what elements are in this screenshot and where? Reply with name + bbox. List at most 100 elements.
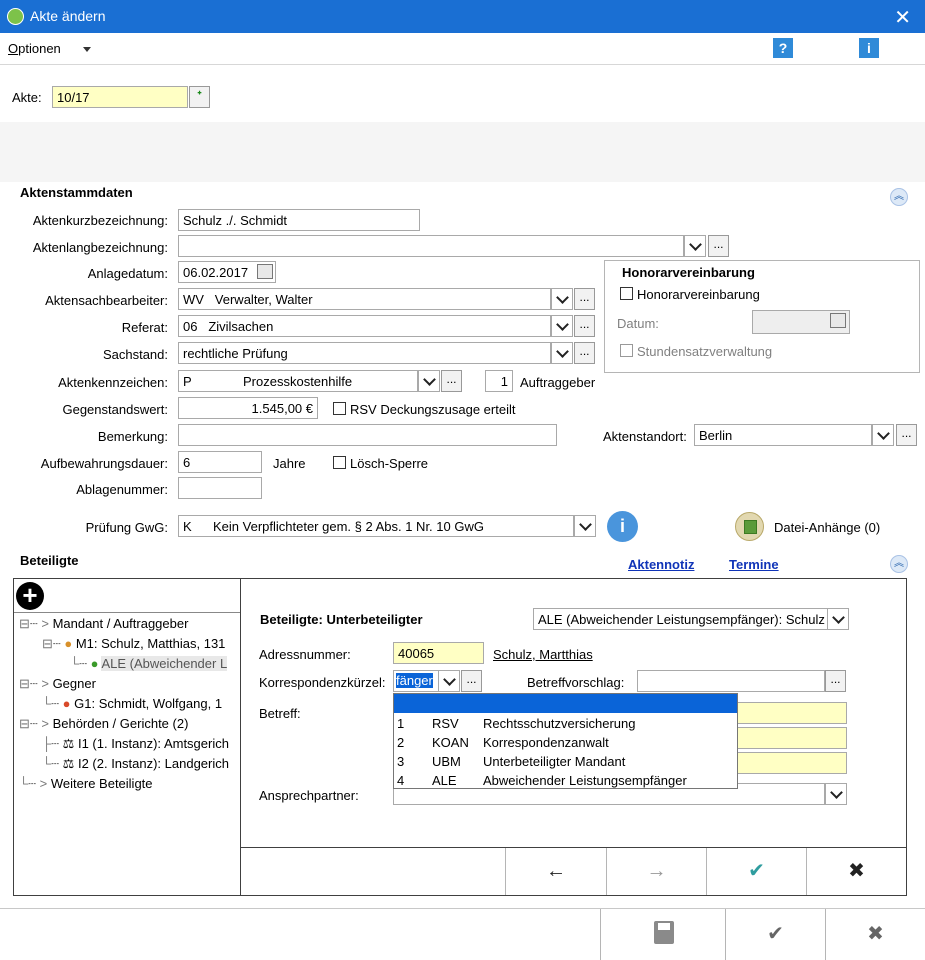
betreff-label: Betreff: xyxy=(259,706,301,721)
popup-row-koan[interactable]: 2 KOAN Korrespondenzanwalt xyxy=(394,732,737,751)
auftraggeber-count[interactable]: 1 xyxy=(485,370,513,392)
forward-arrow-icon[interactable]: → xyxy=(606,848,706,895)
korr-dropdown-button[interactable] xyxy=(438,670,460,692)
standort-dropdown-button[interactable] xyxy=(872,424,894,446)
gwg-info-icon[interactable]: i xyxy=(607,511,638,542)
popup-row-ubm[interactable]: 3 UBM Unterbeteiligter Mandant xyxy=(394,751,737,770)
window-title: Akte ändern xyxy=(30,8,106,24)
tree-item-mandant[interactable]: ⊟┄ > Mandant / Auftraggeber xyxy=(19,616,188,632)
korr-input[interactable]: fänger xyxy=(393,670,439,692)
tree-expander-icon[interactable]: ⊟┄ xyxy=(42,636,61,651)
tree-item-gegner[interactable]: ⊟┄ > Gegner xyxy=(19,676,96,692)
sachstand-select[interactable]: rechtliche Prüfung xyxy=(178,342,551,364)
gwg-select[interactable]: K Kein Verpflichteter gem. § 2 Abs. 1 Nr… xyxy=(178,515,574,537)
akte-input[interactable]: 10/17 xyxy=(52,86,188,108)
cross-icon[interactable]: ✖ xyxy=(806,848,906,895)
attachment-icon[interactable] xyxy=(735,512,764,541)
chevron-down-icon xyxy=(829,786,843,799)
sachbearbeiter-dropdown-button[interactable] xyxy=(551,288,573,310)
lang-input[interactable] xyxy=(178,235,684,257)
stundensatz-checkbox[interactable] xyxy=(620,344,633,357)
help-icon[interactable]: ? xyxy=(773,38,793,58)
checkmark-icon[interactable]: ✔ xyxy=(706,848,806,895)
akte-picker-icon[interactable]: ᐩ xyxy=(189,86,210,108)
tree-expander-icon[interactable]: ⊟┄ > xyxy=(19,676,49,691)
tree-item-i1[interactable]: ├┄ ⚖ I1 (1. Instanz): Amtsgerich xyxy=(42,736,229,752)
popup-num: 1 xyxy=(397,716,405,731)
tree-expander-icon[interactable]: ⊟┄ > xyxy=(19,616,49,631)
tree-item-i2[interactable]: └┄ ⚖ I2 (2. Instanz): Landgerich xyxy=(42,756,229,772)
ablage-input[interactable] xyxy=(178,477,262,499)
gegenstand-input[interactable]: 1.545,00 € xyxy=(178,397,318,419)
aktennotiz-link[interactable]: Aktennotiz xyxy=(628,557,694,572)
tree-item-ale[interactable]: └┄ ● ALE (Abweichender L xyxy=(70,656,228,672)
sachstand-label: Sachstand: xyxy=(102,347,168,362)
lang-dropdown-button[interactable] xyxy=(684,235,706,257)
add-icon[interactable]: + xyxy=(16,582,44,610)
tree-item-g1[interactable]: └┄ ● G1: Schmidt, Wolfgang, 1 xyxy=(42,696,222,712)
referat-select[interactable]: 06 Zivilsachen xyxy=(178,315,551,337)
kennzeichen-more-button[interactable]: ... xyxy=(441,370,462,392)
referat-more-button[interactable]: ... xyxy=(574,315,595,337)
standort-select[interactable]: Berlin xyxy=(694,424,872,446)
sachbearbeiter-more-button[interactable]: ... xyxy=(574,288,595,310)
lang-more-button[interactable]: ... xyxy=(708,235,729,257)
adress-label: Adressnummer: xyxy=(259,647,351,662)
calendar-icon[interactable] xyxy=(830,313,846,328)
save-button[interactable] xyxy=(600,909,725,960)
back-arrow-icon[interactable]: ← xyxy=(505,848,606,895)
role-select[interactable]: ALE (Abweichender Leistungsempfänger): S… xyxy=(533,608,829,630)
gwg-dropdown-button[interactable] xyxy=(574,515,596,537)
close-icon[interactable]: ✕ xyxy=(894,5,911,30)
korr-selected-text: fänger xyxy=(396,673,433,688)
role-dropdown-button[interactable] xyxy=(827,608,849,630)
sachstand-more-button[interactable]: ... xyxy=(574,342,595,364)
kennzeichen-select[interactable]: P Prozesskostenhilfe xyxy=(178,370,418,392)
scales-icon: ⚖ xyxy=(62,736,75,751)
tree-expander-icon[interactable]: ⊟┄ > xyxy=(19,716,49,731)
rsv-checkbox[interactable] xyxy=(333,402,346,415)
adress-name-link[interactable]: Schulz, Martthias xyxy=(493,647,593,662)
chevron-down-icon xyxy=(578,518,592,531)
loesch-checkbox[interactable] xyxy=(333,456,346,469)
tree-label: Behörden / Gerichte (2) xyxy=(52,716,189,731)
tree-label: Gegner xyxy=(52,676,96,691)
popup-num: 2 xyxy=(397,735,405,750)
popup-row-ale[interactable]: 4 ALE Abweichender Leistungsempfänger xyxy=(394,770,737,789)
tree-label: I2 (2. Instanz): Landgerich xyxy=(77,756,229,771)
tree-label: G1: Schmidt, Wolfgang, 1 xyxy=(74,696,223,711)
kennzeichen-dropdown-button[interactable] xyxy=(418,370,440,392)
betreffvorschlag-more-button[interactable]: ... xyxy=(825,670,846,692)
adress-input[interactable]: 40065 xyxy=(393,642,484,664)
collapse-icon[interactable]: ︽ xyxy=(890,188,908,206)
honorar-checkbox[interactable] xyxy=(620,287,633,300)
sachbearbeiter-select[interactable]: WV Verwalter, Walter xyxy=(178,288,551,310)
menu-optionen[interactable]: Optionen xyxy=(8,41,61,56)
ansprech-dropdown-button[interactable] xyxy=(825,783,847,805)
popup-text: Abweichender Leistungsempfänger xyxy=(483,773,687,788)
tree-item-weitere[interactable]: └┄ > Weitere Beteiligte xyxy=(19,776,153,792)
popup-row-empty[interactable] xyxy=(394,694,737,713)
sachstand-dropdown-button[interactable] xyxy=(551,342,573,364)
standort-more-button[interactable]: ... xyxy=(896,424,917,446)
bemerkung-input[interactable] xyxy=(178,424,557,446)
referat-dropdown-button[interactable] xyxy=(551,315,573,337)
tree-item-m1[interactable]: ⊟┄ ● M1: Schulz, Matthias, 131 xyxy=(42,636,225,652)
collapse-icon[interactable]: ︽ xyxy=(890,555,908,573)
tree-item-behoerden[interactable]: ⊟┄ > Behörden / Gerichte (2) xyxy=(19,716,188,732)
cancel-button-cross-icon[interactable]: ✖ xyxy=(825,909,925,960)
betreffvorschlag-label: Betreffvorschlag: xyxy=(527,675,625,690)
chevron-down-icon[interactable] xyxy=(83,47,91,52)
chevron-down-icon xyxy=(831,611,845,624)
aufbewahrung-input[interactable]: 6 xyxy=(178,451,262,473)
betreffvorschlag-input[interactable] xyxy=(637,670,825,692)
calendar-icon[interactable] xyxy=(257,264,273,279)
ok-button-checkmark-icon[interactable]: ✔ xyxy=(725,909,825,960)
datei-anhaenge-label[interactable]: Datei-Anhänge (0) xyxy=(774,520,880,535)
info-icon[interactable]: i xyxy=(859,38,879,58)
termine-link[interactable]: Termine xyxy=(729,557,779,572)
korr-more-button[interactable]: ... xyxy=(461,670,482,692)
kurz-input[interactable]: Schulz ./. Schmidt xyxy=(178,209,420,231)
popup-row-rsv[interactable]: 1 RSV Rechtsschutzversicherung xyxy=(394,713,737,732)
popup-code: ALE xyxy=(432,773,457,788)
